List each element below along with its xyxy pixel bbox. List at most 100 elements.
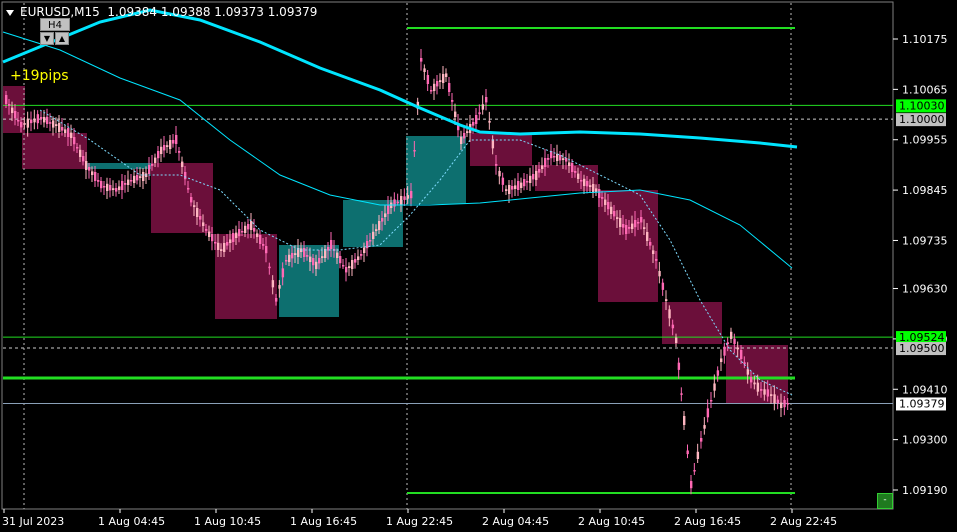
candle-body (475, 115, 478, 124)
candle-body (202, 222, 205, 226)
candle-body (501, 177, 505, 185)
candle-body (288, 254, 291, 262)
candle-body (259, 235, 262, 244)
price-tick-label: 1.09845 (902, 184, 948, 197)
chart-window[interactable]: 1.10175 1.10065 1.09955 1.09845 1.09735 1.096… (0, 0, 957, 532)
candle-body (8, 104, 11, 106)
candle-body (523, 179, 526, 187)
candle-body (70, 132, 73, 138)
price-tick-label: 1.09955 (902, 134, 948, 147)
candle-body (130, 180, 133, 182)
candle-body (321, 256, 324, 258)
candle-body (330, 240, 333, 249)
time-label: 31 Jul 2023 (2, 515, 64, 528)
candle-body (488, 120, 491, 123)
candle-body (403, 196, 406, 200)
candle-body (369, 240, 372, 242)
candle-body (733, 338, 736, 345)
candle-body (508, 185, 511, 194)
candle-body (454, 111, 457, 117)
candle-body (275, 298, 278, 302)
candle-body (610, 206, 613, 214)
candle-body (208, 231, 211, 237)
candle-body (466, 131, 469, 133)
candle-body (517, 181, 520, 190)
candle-body (142, 172, 145, 181)
candle-body (753, 382, 756, 385)
candle-body (82, 156, 85, 162)
candle-body (160, 146, 163, 154)
candle-body (163, 145, 166, 151)
candle-body (586, 181, 589, 187)
price-chart[interactable]: 1.10175 1.10065 1.09955 1.09845 1.09735 1.096… (0, 0, 957, 532)
candle-body (55, 124, 58, 126)
price-tick-label: 1.10065 (902, 83, 948, 96)
candle-body (5, 95, 8, 104)
candle-body (303, 248, 306, 257)
candle-body (226, 242, 229, 246)
candle-body (73, 137, 76, 145)
symbol-label: EURUSD,M15 (20, 5, 100, 19)
candle-body (190, 197, 193, 203)
candle-body (565, 158, 568, 162)
candle-body (348, 266, 351, 268)
collapse-button[interactable]: - (877, 493, 893, 509)
candle-body (616, 217, 619, 219)
candle-body (703, 425, 706, 429)
candle-body (193, 205, 196, 207)
candle-body (291, 253, 294, 259)
candle-body (680, 393, 683, 395)
candle-body (786, 403, 790, 405)
candle-body (118, 186, 121, 190)
h4-candle-boxes (3, 86, 788, 403)
candle-body (14, 111, 17, 119)
menu-triangle-icon[interactable] (6, 9, 14, 16)
candle-body (766, 389, 770, 397)
candle-body (413, 150, 416, 152)
price-tag-label: 1.09500 (899, 342, 945, 355)
candle-body (336, 252, 339, 258)
candle-body (115, 188, 118, 192)
candle-body (485, 97, 488, 103)
candle-body (526, 181, 529, 183)
h4-box (726, 345, 788, 403)
candle-body (547, 158, 550, 160)
candle-body (628, 227, 631, 229)
candle-body (20, 122, 23, 128)
time-label: 2 Aug 10:45 (578, 515, 645, 528)
candle-body (592, 184, 595, 193)
candle-body (430, 90, 433, 92)
candle-body (256, 233, 259, 237)
candle-body (52, 120, 55, 128)
pips-annotation: +19pips (10, 68, 69, 84)
price-tick-label: 1.09630 (902, 283, 948, 296)
candle-body (780, 402, 783, 408)
down-triangle-icon[interactable]: ▼ (40, 32, 54, 45)
candle-body (103, 186, 106, 188)
candle-body (598, 189, 601, 198)
candle-body (178, 151, 181, 153)
candle-body (631, 223, 634, 229)
candle-body (649, 242, 652, 246)
candle-body (11, 107, 14, 113)
up-triangle-icon[interactable]: ▲ (55, 32, 69, 45)
candle-body (312, 258, 315, 266)
candle-body (351, 260, 354, 269)
candle-body (33, 118, 36, 123)
candle-body (773, 394, 776, 404)
candle-body (46, 116, 49, 124)
candle-body (604, 199, 607, 205)
candle-body (643, 227, 646, 229)
candle-body (683, 416, 686, 425)
candle-body (220, 249, 223, 251)
candle-body (205, 229, 208, 231)
candle-body (229, 239, 232, 243)
candle-body (278, 285, 281, 289)
price-tick-label: 1.09410 (902, 383, 948, 396)
candle-body (607, 202, 610, 210)
candle-body (574, 171, 577, 173)
candle-body (625, 225, 628, 234)
candle-body (690, 481, 693, 489)
price-tick-label: 1.09735 (902, 234, 948, 247)
price-tag-label: 1.10000 (899, 113, 945, 126)
